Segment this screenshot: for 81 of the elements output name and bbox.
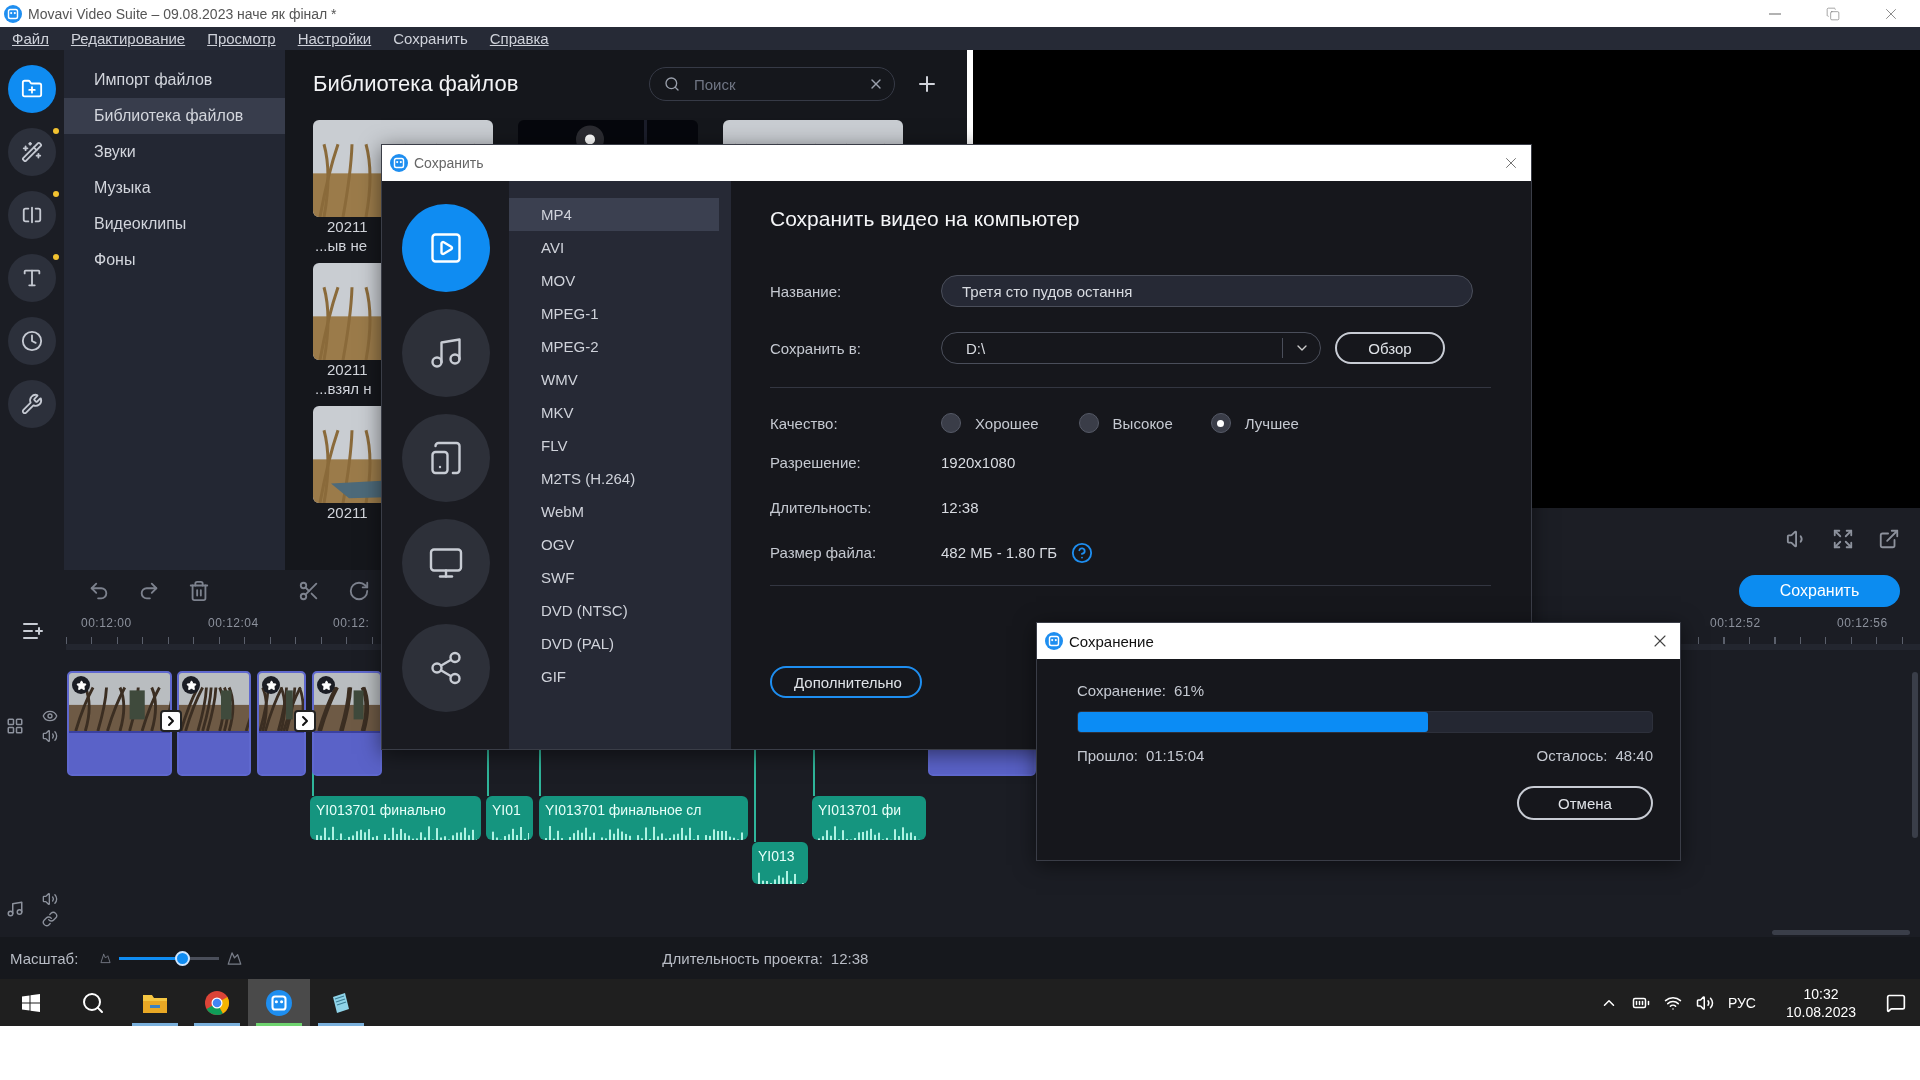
quality-option[interactable]: Лучшее xyxy=(1210,413,1299,433)
time-label: 00:12:00 xyxy=(81,616,132,630)
field-label: Сохранить в: xyxy=(770,339,862,357)
time-label: 00:12: xyxy=(333,616,370,630)
clock-time[interactable]: 10:32 xyxy=(1803,985,1839,1002)
format-item[interactable]: DVD (PAL) xyxy=(509,627,719,660)
menu-item[interactable]: Настройки xyxy=(297,30,372,47)
file-name: ...ыв не xyxy=(314,236,368,255)
field-label: Разрешение: xyxy=(770,454,862,471)
field-label: Длительность: xyxy=(770,499,873,516)
menu-item[interactable]: Справка xyxy=(489,30,549,47)
format-item[interactable]: M2TS (H.264) xyxy=(509,462,719,495)
duration-label: Длительность проекта: xyxy=(662,949,823,967)
dialog-heading: Сохранить видео на компьютер xyxy=(770,207,1081,231)
clip-label: YI013 xyxy=(758,848,795,864)
format-item[interactable]: DVD (NTSC) xyxy=(509,594,719,627)
zoom-label: Масштаб: xyxy=(10,949,79,967)
format-item[interactable]: MP4 xyxy=(509,198,719,231)
field-value: 12:38 xyxy=(941,499,979,516)
format-item[interactable]: FLV xyxy=(509,429,719,462)
format-item[interactable]: MKV xyxy=(509,396,719,429)
category-item[interactable]: Звуки xyxy=(64,134,285,170)
category-item[interactable]: Музыка xyxy=(64,170,285,206)
dialog-title: Сохранение xyxy=(1069,632,1155,650)
format-item[interactable]: MPEG-2 xyxy=(509,330,719,363)
clip-label: YI01 xyxy=(492,802,521,818)
field-value: 482 МБ - 1.80 ГБ xyxy=(941,544,1058,561)
audio-clip[interactable]: YI013701 финальное сл xyxy=(539,796,748,840)
quality-option[interactable]: Хорошее xyxy=(941,413,1039,433)
search-input[interactable]: Поиск xyxy=(692,74,856,94)
format-item[interactable]: OGV xyxy=(509,528,719,561)
language-indicator[interactable]: РУС xyxy=(1727,994,1756,1011)
field-label: Название: xyxy=(770,282,843,300)
field-label: Размер файла: xyxy=(770,544,878,561)
clock-date[interactable]: 10.08.2023 xyxy=(1785,1003,1856,1020)
category-item[interactable]: Импорт файлов xyxy=(64,62,285,98)
menu-item[interactable]: Файл xyxy=(12,30,49,47)
name-field[interactable]: Третя сто пудов остання xyxy=(941,275,1473,307)
format-item[interactable]: MPEG-1 xyxy=(509,297,719,330)
quality-option[interactable]: Высокое xyxy=(1078,413,1173,433)
cancel-button[interactable]: Отмена xyxy=(1517,786,1653,820)
format-item[interactable]: SWF xyxy=(509,561,719,594)
progress-percent: 61% xyxy=(1174,682,1205,699)
remaining-time: 48:40 xyxy=(1615,747,1653,764)
format-item[interactable]: MOV xyxy=(509,264,719,297)
clip-label: YI013701 финальное сл xyxy=(545,802,702,818)
time-label: 00:12:56 xyxy=(1837,616,1888,630)
format-item[interactable]: AVI xyxy=(509,231,719,264)
category-item[interactable]: Фоны xyxy=(64,242,285,278)
clip-label: YI013701 финально xyxy=(316,802,446,818)
progress-label: Сохранение: xyxy=(1077,682,1166,699)
file-name: 20211 xyxy=(326,217,368,236)
remaining-label: Осталось: xyxy=(1536,747,1608,764)
format-item[interactable]: WebM xyxy=(509,495,719,528)
format-item[interactable]: GIF xyxy=(509,660,719,693)
menu-item[interactable]: Редактирование xyxy=(70,30,186,47)
menu-item[interactable]: Просмотр xyxy=(207,30,276,47)
menu-item[interactable]: Сохранить xyxy=(393,30,468,47)
time-label: 00:12:52 xyxy=(1710,616,1761,630)
elapsed-time: 01:15:04 xyxy=(1145,747,1205,764)
window-title: Movavi Video Suite – 09.08.2023 наче як фінал * xyxy=(28,5,338,22)
browse-button[interactable]: Обзор xyxy=(1335,332,1445,364)
audio-clip[interactable]: YI013 xyxy=(752,842,808,884)
duration-value: 12:38 xyxy=(830,949,869,967)
file-name: 20211 xyxy=(326,360,368,379)
audio-clip[interactable]: YI01 xyxy=(486,796,533,840)
field-value: 1920x1080 xyxy=(941,454,1016,471)
audio-clip[interactable]: YI013701 финально xyxy=(310,796,481,840)
format-item[interactable]: WMV xyxy=(509,363,719,396)
elapsed-label: Прошло: xyxy=(1077,747,1138,764)
time-label: 00:12:04 xyxy=(208,616,259,630)
clip-label: YI013701 фи xyxy=(818,802,902,818)
category-item[interactable]: Видеоклипы xyxy=(64,206,285,242)
category-item[interactable]: Библиотека файлов xyxy=(64,98,285,134)
file-name: 20211 xyxy=(326,503,368,522)
more-options-button[interactable]: Дополнительно xyxy=(770,666,922,698)
audio-clip[interactable]: YI013701 фи xyxy=(812,796,926,840)
file-name: ...взял н xyxy=(314,379,372,398)
field-label: Качество: xyxy=(770,414,839,432)
dialog-title: Сохранить xyxy=(414,155,485,171)
library-title: Библиотека файлов xyxy=(313,71,520,97)
